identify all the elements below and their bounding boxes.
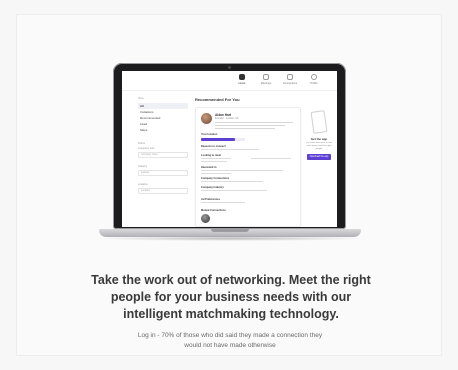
bio-line bbox=[215, 122, 293, 124]
text-line bbox=[201, 170, 283, 172]
section-label: Interested in bbox=[201, 166, 217, 169]
profile-card[interactable]: Aidan Hart Founder · London, UK Your loc… bbox=[195, 107, 301, 227]
app-top-nav: Home Meetings Connections Profile bbox=[122, 71, 337, 91]
nav-item-connections[interactable]: Connections bbox=[280, 74, 300, 85]
text-line bbox=[251, 158, 291, 160]
headline: Take the work out of networking. Meet th… bbox=[91, 273, 371, 321]
promo-title: Get the app bbox=[310, 137, 328, 141]
industry-filter-input[interactable]: Industry bbox=[138, 170, 188, 176]
section-label: Your location bbox=[201, 133, 218, 136]
filter-label: Industry bbox=[138, 165, 148, 168]
bio-line bbox=[215, 125, 285, 127]
profile-role: Founder · London, UK bbox=[215, 117, 239, 120]
section-label: Ad Preferences bbox=[201, 198, 221, 201]
user-icon bbox=[311, 74, 317, 80]
laptop-notch bbox=[211, 229, 249, 232]
avatar bbox=[201, 113, 212, 124]
mutual-connection-avatar bbox=[201, 214, 210, 223]
nav-label: Meetings bbox=[260, 82, 272, 85]
home-icon bbox=[239, 74, 245, 80]
sidebar-heading: View bbox=[138, 97, 144, 100]
company-filter-input[interactable]: Company name bbox=[138, 152, 188, 158]
phone-icon bbox=[310, 110, 328, 134]
match-progress-fill bbox=[201, 138, 236, 141]
text-line bbox=[201, 161, 227, 163]
nav-label: Connections bbox=[282, 82, 298, 85]
app-sidebar: View All Invitations Recommended Liked S… bbox=[138, 97, 188, 196]
caption: Log in - 70% of those who did said they … bbox=[137, 332, 323, 349]
download-app-button[interactable]: Download the app bbox=[307, 154, 331, 160]
nav-label: Home bbox=[238, 82, 246, 85]
calendar-icon bbox=[263, 74, 269, 80]
filters-heading: Filters bbox=[138, 142, 146, 145]
text-line bbox=[201, 173, 231, 175]
section-label: Looking to meet bbox=[201, 154, 222, 157]
filter-label: Company size bbox=[138, 147, 155, 150]
match-progress-bar bbox=[201, 138, 245, 141]
section-label: Company Industry bbox=[201, 186, 224, 189]
text-line bbox=[201, 190, 267, 192]
nav-item-meetings[interactable]: Meetings bbox=[256, 74, 276, 85]
section-label: Company Connections bbox=[201, 177, 230, 180]
section-label: Mutual Connections bbox=[201, 209, 226, 212]
location-filter-input[interactable]: Location bbox=[138, 188, 188, 194]
app-promo: Get the app It's easier than ever to fin… bbox=[305, 110, 333, 160]
section-label: Reasons to connect bbox=[201, 145, 226, 148]
nav-item-profile[interactable]: Profile bbox=[304, 74, 324, 85]
laptop-shadow bbox=[96, 236, 364, 241]
promo-text: It's easier than ever to find and connec… bbox=[306, 142, 332, 150]
bio-line bbox=[215, 128, 275, 130]
nav-item-home[interactable]: Home bbox=[232, 74, 252, 85]
app-screenshot: Home Meetings Connections Profile View A… bbox=[122, 71, 337, 227]
text-line bbox=[201, 181, 263, 183]
webcam-icon bbox=[228, 66, 231, 69]
laptop-screen-frame: Home Meetings Connections Profile View A… bbox=[113, 63, 346, 229]
nav-label: Profile bbox=[310, 82, 318, 85]
text-line bbox=[201, 149, 259, 151]
people-icon bbox=[287, 74, 293, 80]
sidebar-item-skips[interactable]: Skips bbox=[138, 127, 188, 133]
text-line bbox=[201, 202, 245, 204]
page-title: Recommended For You bbox=[195, 97, 240, 102]
text-line bbox=[201, 158, 231, 160]
filter-label: Location bbox=[138, 183, 148, 186]
